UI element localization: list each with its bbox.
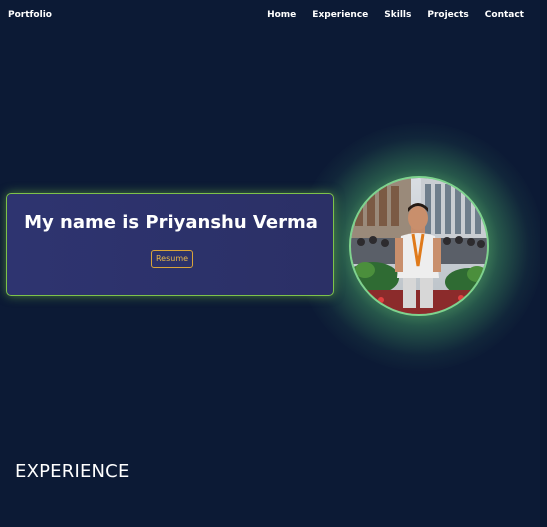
nav-link-home[interactable]: Home <box>267 10 296 20</box>
nav-link-experience[interactable]: Experience <box>312 10 368 20</box>
nav-link-skills[interactable]: Skills <box>384 10 411 20</box>
profile-photo-image <box>351 178 487 314</box>
portfolio-page: Portfolio Home Experience Skills Project… <box>0 0 547 527</box>
brand-logo[interactable]: Portfolio <box>8 10 52 20</box>
nav-links: Home Experience Skills Projects Contact <box>267 10 524 20</box>
profile-photo <box>349 176 489 316</box>
scrollbar[interactable] <box>540 0 547 527</box>
nav-link-contact[interactable]: Contact <box>485 10 524 20</box>
hero-card: My name is Priyanshu Verma Resume <box>6 193 334 296</box>
nav-link-projects[interactable]: Projects <box>427 10 468 20</box>
experience-section-title: EXPERIENCE <box>15 461 130 482</box>
navbar: Portfolio Home Experience Skills Project… <box>0 0 540 32</box>
hero-name-heading: My name is Priyanshu Verma <box>24 212 318 233</box>
resume-button[interactable]: Resume <box>151 250 193 268</box>
